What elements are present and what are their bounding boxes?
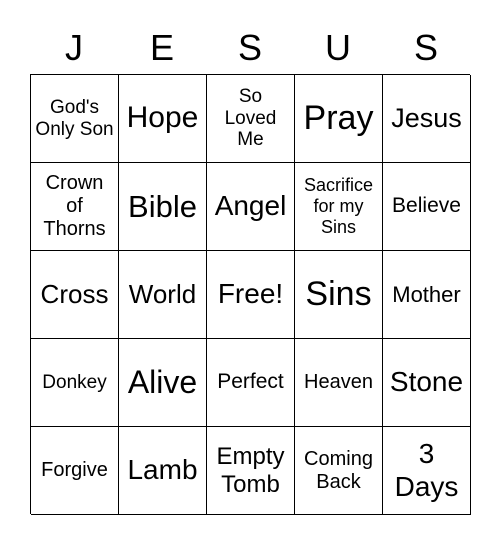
cell-text: Hope (126, 101, 199, 135)
cell-text: Mother (392, 281, 461, 307)
header-letter: U (325, 27, 351, 68)
header-letter: S (413, 27, 438, 68)
bingo-grid: God's Only Son Hope So Loved Me Pray Jesus Cr… (30, 74, 471, 515)
bingo-cell[interactable]: Lamb (119, 427, 207, 515)
bingo-cell[interactable]: Heaven (295, 339, 383, 427)
bingo-cell[interactable]: Perfect (207, 339, 295, 427)
bingo-cell[interactable]: Believe (383, 163, 471, 251)
cell-text: Sins (305, 274, 372, 313)
bingo-cell[interactable]: Sins (295, 251, 383, 339)
bingo-cell[interactable]: Sacrifice for my Sins (295, 163, 383, 251)
bingo-cell[interactable]: God's Only Son (31, 75, 119, 163)
bingo-cell[interactable]: Pray (295, 75, 383, 163)
header-letter: J (65, 27, 83, 68)
cell-text: God's Only Son (35, 96, 114, 140)
cell-text: Alive (127, 364, 198, 401)
bingo-cell[interactable]: World (119, 251, 207, 339)
bingo-cell[interactable]: Crown of Thorns (31, 163, 119, 251)
bingo-cell[interactable]: Coming Back (295, 427, 383, 515)
cell-text: Crown of Thorns (43, 172, 106, 240)
bingo-cell[interactable]: Alive (119, 339, 207, 427)
cell-text: Pray (303, 98, 374, 137)
bingo-cell[interactable]: Bible (119, 163, 207, 251)
cell-text: Lamb (127, 454, 198, 486)
cell-text: So Loved Me (224, 85, 277, 151)
cell-text: Donkey (42, 371, 107, 393)
header-letter: E (149, 27, 174, 68)
cell-text: Coming Back (304, 447, 373, 493)
bingo-cell[interactable]: Stone (383, 339, 471, 427)
bingo-header: J E S U S (30, 22, 470, 74)
bingo-cell[interactable]: Cross (31, 251, 119, 339)
cell-text: Jesus (391, 102, 462, 133)
cell-text: Believe (392, 194, 461, 218)
cell-text: 3 Days (394, 438, 459, 502)
bingo-cell[interactable]: Empty Tomb (207, 427, 295, 515)
bingo-cell[interactable]: Donkey (31, 339, 119, 427)
cell-text: Forgive (41, 459, 108, 481)
bingo-cell[interactable]: Angel (207, 163, 295, 251)
cell-text: Empty Tomb (216, 442, 285, 498)
header-letter: S (237, 27, 262, 68)
cell-text: Angel (214, 190, 287, 222)
cell-text: Sacrifice for my Sins (303, 175, 374, 237)
bingo-cell[interactable]: 3 Days (383, 427, 471, 515)
cell-text: World (128, 278, 197, 309)
cell-text: Stone (389, 366, 464, 398)
bingo-cell[interactable]: Mother (383, 251, 471, 339)
cell-text: Perfect (217, 370, 284, 394)
bingo-cell[interactable]: Hope (119, 75, 207, 163)
cell-text: Free! (217, 278, 284, 310)
cell-text: Bible (128, 188, 197, 224)
bingo-cell[interactable]: Forgive (31, 427, 119, 515)
cell-text: Heaven (304, 371, 373, 393)
bingo-cell[interactable]: Jesus (383, 75, 471, 163)
cell-text: Cross (40, 278, 109, 309)
bingo-cell[interactable]: So Loved Me (207, 75, 295, 163)
bingo-cell[interactable]: Free! (207, 251, 295, 339)
